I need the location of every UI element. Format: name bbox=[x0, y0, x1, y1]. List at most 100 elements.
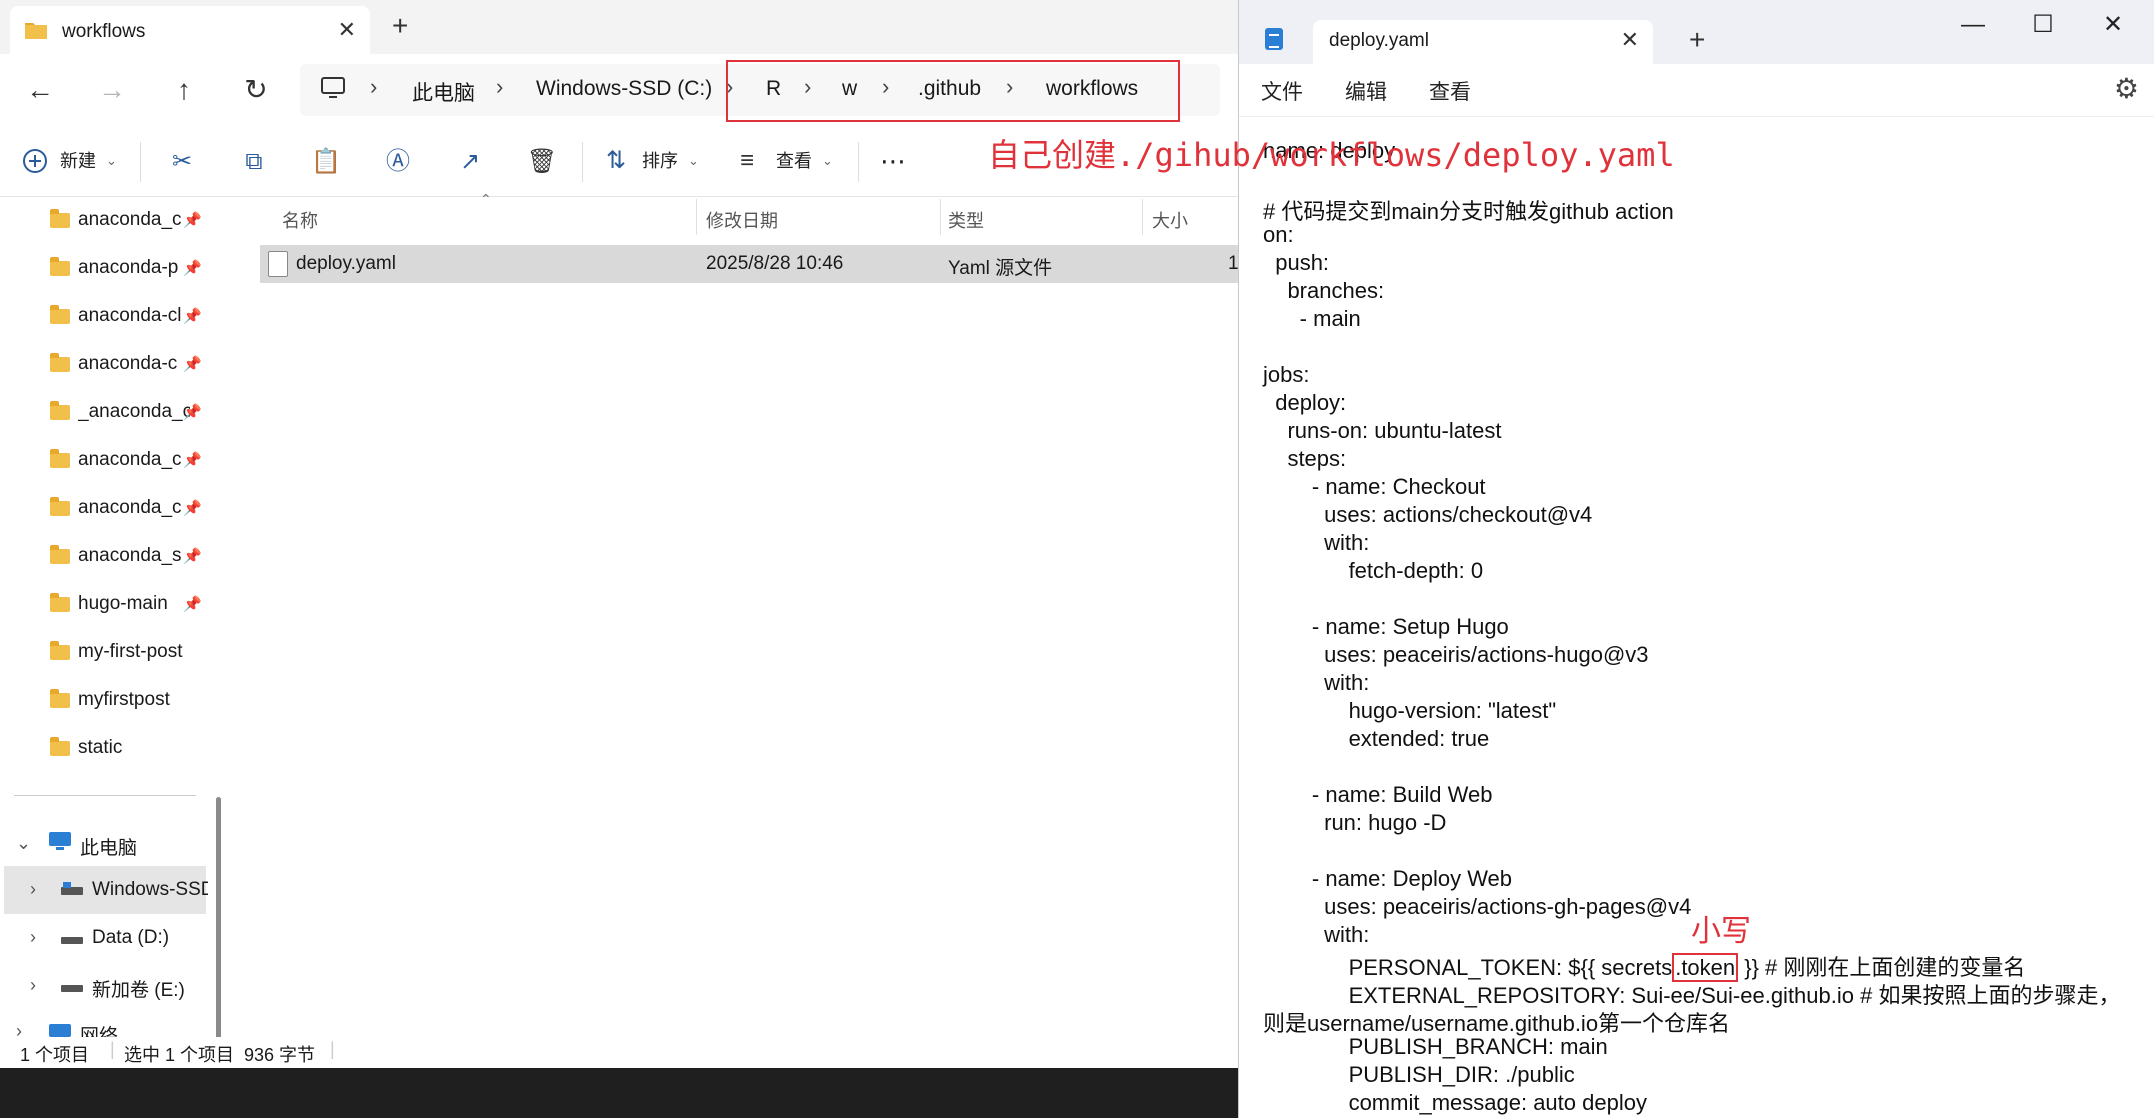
view-dropdown-chevron-icon[interactable]: ⌄ bbox=[822, 146, 833, 176]
close-icon[interactable]: ✕ bbox=[2091, 10, 2135, 40]
sidebar-item-drive-c[interactable]: Windows-SSD bbox=[92, 879, 208, 901]
breadcrumb-separator: › bbox=[496, 74, 504, 99]
more-options-icon[interactable]: ⋯ bbox=[880, 146, 906, 176]
drive-icon bbox=[60, 981, 84, 999]
menu-view[interactable]: 查看 bbox=[1429, 76, 1471, 106]
folder-icon bbox=[24, 20, 48, 45]
notepad-title-bar: deploy.yaml ✕ + — ☐ ✕ bbox=[1239, 0, 2154, 64]
sidebar-item-folder[interactable]: anaconda_c bbox=[78, 209, 190, 231]
tab-label: deploy.yaml bbox=[1329, 30, 1429, 51]
new-tab-button[interactable]: + bbox=[392, 10, 408, 42]
this-pc-icon bbox=[48, 831, 72, 856]
tab-deploy-yaml[interactable]: deploy.yaml ✕ bbox=[1313, 20, 1653, 64]
code-line: PUBLISH_DIR: ./public bbox=[1263, 1062, 1575, 1087]
tab-close-icon[interactable]: ✕ bbox=[1621, 27, 1639, 53]
forward-arrow-icon[interactable]: → bbox=[92, 72, 132, 108]
menu-edit[interactable]: 编辑 bbox=[1345, 76, 1387, 106]
pin-icon: 📌 bbox=[183, 308, 202, 325]
sidebar-item-folder[interactable]: _anaconda_c bbox=[78, 401, 190, 423]
sidebar-item-folder[interactable]: anaconda_s bbox=[78, 545, 190, 567]
pin-icon: 📌 bbox=[183, 356, 202, 373]
breadcrumb-this-pc[interactable]: 此电脑 bbox=[412, 77, 475, 107]
column-divider bbox=[940, 199, 941, 235]
code-line: jobs: bbox=[1263, 362, 1310, 387]
code-line: with: bbox=[1263, 530, 1370, 555]
token-line-before: PERSONAL_TOKEN: ${{ secrets bbox=[1263, 955, 1673, 980]
folder-icon bbox=[50, 593, 70, 612]
folder-icon bbox=[50, 305, 70, 324]
column-header-modified[interactable]: 修改日期 bbox=[706, 207, 778, 233]
drive-icon bbox=[60, 933, 84, 951]
code-line: steps: bbox=[1263, 446, 1347, 471]
file-list-pane: ⌃ 名称 修改日期 类型 大小 deploy.yaml 2025/8/28 10… bbox=[230, 191, 1240, 1037]
folder-icon bbox=[50, 641, 70, 660]
status-bar: 1 个项目 | 选中 1 个项目 936 字节 | bbox=[0, 1037, 1240, 1068]
sidebar-item-folder[interactable]: anaconda_c bbox=[78, 449, 190, 471]
tab-workflows[interactable]: workflows ✕ bbox=[10, 6, 370, 54]
status-selection: 选中 1 个项目 936 字节 bbox=[124, 1045, 316, 1065]
sidebar-item-this-pc[interactable]: 此电脑 bbox=[80, 833, 236, 860]
sidebar-item-drive-d[interactable]: Data (D:) bbox=[92, 927, 248, 949]
expand-chevron-right-icon[interactable]: › bbox=[30, 927, 36, 948]
back-arrow-icon[interactable]: ← bbox=[20, 72, 60, 108]
delete-icon[interactable]: 🗑 bbox=[524, 144, 560, 180]
sidebar-item-folder[interactable]: anaconda_c bbox=[78, 497, 190, 519]
code-line: branches: bbox=[1263, 278, 1385, 303]
explorer-navigation-bar: ← → ↑ ↻ › 此电脑 › Windows-SSD (C:) › R › w… bbox=[0, 54, 1240, 126]
column-header-size[interactable]: 大小 bbox=[1152, 207, 1188, 233]
sidebar-item-folder[interactable]: anaconda-p bbox=[78, 257, 190, 279]
new-plus-icon[interactable] bbox=[22, 148, 48, 179]
view-button[interactable]: 查看 bbox=[776, 146, 812, 176]
sidebar-item-folder[interactable]: myfirstpost bbox=[78, 689, 208, 711]
file-icon bbox=[268, 251, 288, 277]
sort-icon[interactable]: ⇅ bbox=[606, 146, 626, 176]
new-button[interactable]: 新建 bbox=[60, 146, 96, 176]
sort-button[interactable]: 排序 bbox=[642, 146, 678, 176]
maximize-icon[interactable]: ☐ bbox=[2021, 10, 2065, 40]
sidebar-scrollbar[interactable] bbox=[216, 797, 221, 1068]
sidebar-item-network[interactable]: 网络 bbox=[80, 1021, 236, 1037]
rename-icon[interactable]: Ⓐ bbox=[380, 144, 416, 180]
sidebar-item-folder[interactable]: anaconda-c bbox=[78, 353, 190, 375]
expand-chevron-right-icon[interactable]: › bbox=[30, 975, 36, 996]
share-icon[interactable]: ↗ bbox=[452, 144, 488, 180]
sort-ascending-icon: ⌃ bbox=[480, 191, 492, 207]
menu-file[interactable]: 文件 bbox=[1261, 76, 1303, 106]
column-header-type[interactable]: 类型 bbox=[948, 207, 984, 233]
folder-icon bbox=[50, 689, 70, 708]
file-name: deploy.yaml bbox=[296, 253, 396, 274]
cut-icon[interactable]: ✂ bbox=[164, 144, 200, 180]
column-header-name[interactable]: 名称 bbox=[282, 207, 318, 233]
copy-icon[interactable]: ⧉ bbox=[236, 144, 272, 180]
text-editor[interactable]: name: deploy # 代码提交到main分支时触发github acti… bbox=[1239, 116, 2154, 1118]
tab-close-icon[interactable]: ✕ bbox=[338, 17, 356, 43]
sidebar-item-folder[interactable]: my-first-post bbox=[78, 641, 208, 663]
refresh-icon[interactable]: ↻ bbox=[236, 72, 276, 108]
new-tab-button[interactable]: + bbox=[1689, 24, 1705, 56]
code-line: # 代码提交到main分支时触发github action bbox=[1263, 199, 1674, 224]
file-size: 1 bbox=[1228, 253, 1239, 274]
minimize-icon[interactable]: — bbox=[1951, 10, 1995, 40]
up-arrow-icon[interactable]: ↑ bbox=[164, 72, 204, 108]
sidebar-item-folder[interactable]: static bbox=[78, 737, 208, 759]
pin-icon: 📌 bbox=[183, 212, 202, 229]
file-modified: 2025/8/28 10:46 bbox=[706, 253, 844, 274]
sidebar-item-drive-e[interactable]: 新加卷 (E:) bbox=[92, 975, 248, 1002]
expand-chevron-right-icon[interactable]: › bbox=[30, 879, 36, 900]
settings-gear-icon[interactable]: ⚙ bbox=[2114, 72, 2139, 105]
folder-icon bbox=[50, 737, 70, 756]
path-highlight-box bbox=[726, 60, 1180, 122]
sidebar-item-folder[interactable]: anaconda-cl bbox=[78, 305, 190, 327]
code-line: - name: Build Web bbox=[1263, 782, 1493, 807]
paste-icon[interactable]: 📋 bbox=[308, 144, 344, 180]
view-icon[interactable]: ≡ bbox=[740, 146, 754, 176]
expand-chevron-down-icon[interactable]: ⌄ bbox=[16, 833, 31, 854]
new-dropdown-chevron-icon[interactable]: ⌄ bbox=[106, 146, 117, 176]
sidebar-item-folder[interactable]: hugo-main bbox=[78, 593, 190, 615]
breadcrumb-drive-c[interactable]: Windows-SSD (C:) bbox=[536, 77, 712, 101]
folder-icon bbox=[50, 497, 70, 516]
status-item-count: 1 个项目 bbox=[20, 1045, 90, 1065]
sort-dropdown-chevron-icon[interactable]: ⌄ bbox=[688, 146, 699, 176]
code-line: deploy: bbox=[1263, 390, 1347, 415]
code-line: uses: peaceiris/actions-hugo@v3 bbox=[1263, 642, 1649, 667]
